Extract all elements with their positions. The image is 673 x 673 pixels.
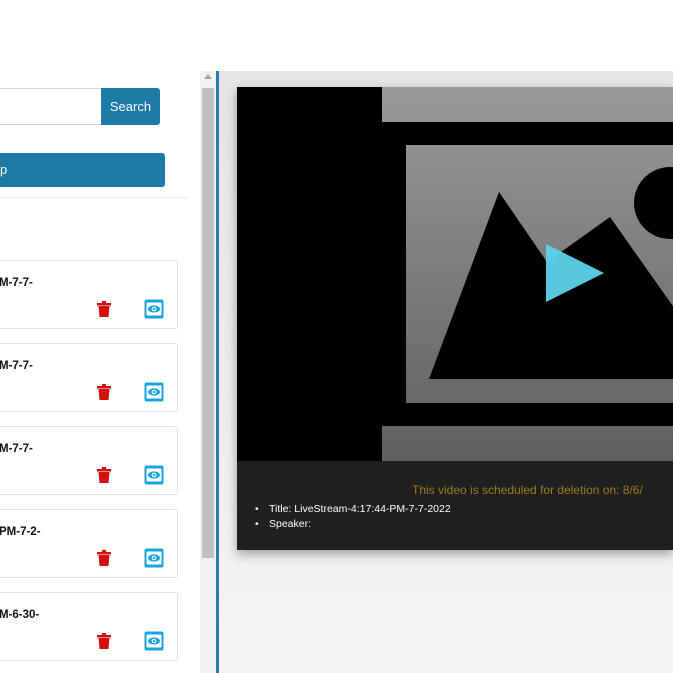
trash-icon[interactable] — [97, 467, 111, 483]
recording-card[interactable]: PM-7-2- — [0, 509, 178, 578]
search-input[interactable] — [0, 88, 102, 125]
eye-icon[interactable] — [144, 465, 164, 485]
recording-title: M-6-30- — [0, 609, 40, 621]
video-details-list: Title: LiveStream-4:17:44-PM-7-7-2022 Sp… — [255, 503, 451, 533]
recording-title: M-7-7- — [0, 360, 33, 372]
recording-card[interactable]: M-7-7- — [0, 426, 178, 495]
video-area[interactable] — [237, 87, 673, 461]
player-panel: This video is scheduled for deletion on:… — [219, 71, 673, 673]
recording-title: PM-7-2- — [0, 526, 41, 538]
image-placeholder-icon — [382, 87, 673, 461]
search-button[interactable]: Search — [101, 88, 160, 125]
video-player[interactable]: This video is scheduled for deletion on:… — [237, 87, 673, 550]
trash-icon[interactable] — [97, 384, 111, 400]
eye-icon[interactable] — [144, 382, 164, 402]
primary-action-button[interactable]: p — [0, 153, 165, 187]
recording-card[interactable]: M-7-7- — [0, 343, 178, 412]
trash-icon[interactable] — [97, 550, 111, 566]
divider — [0, 197, 188, 198]
eye-icon[interactable] — [144, 548, 164, 568]
recordings-panel: Search p M-7-7- M-7-7- M-7-7- PM-7-2- M-… — [0, 71, 200, 673]
top-header — [0, 0, 673, 71]
eye-icon[interactable] — [144, 299, 164, 319]
recording-title: M-7-7- — [0, 277, 33, 289]
video-speaker: Speaker: — [255, 518, 451, 530]
recording-card[interactable]: M-7-7- — [0, 260, 178, 329]
deletion-notice: This video is scheduled for deletion on:… — [412, 483, 643, 497]
trash-icon[interactable] — [97, 301, 111, 317]
eye-icon[interactable] — [144, 631, 164, 651]
scroll-up-arrow-icon[interactable] — [204, 74, 212, 79]
recordings-scrollbar[interactable] — [200, 71, 216, 673]
video-info: This video is scheduled for deletion on:… — [237, 461, 673, 550]
video-title: Title: LiveStream-4:17:44-PM-7-7-2022 — [255, 503, 451, 515]
recording-card[interactable]: M-6-30- — [0, 592, 178, 661]
scrollbar-thumb[interactable] — [202, 88, 214, 558]
trash-icon[interactable] — [97, 633, 111, 649]
recording-title: M-7-7- — [0, 443, 33, 455]
primary-action-label: p — [0, 162, 8, 177]
